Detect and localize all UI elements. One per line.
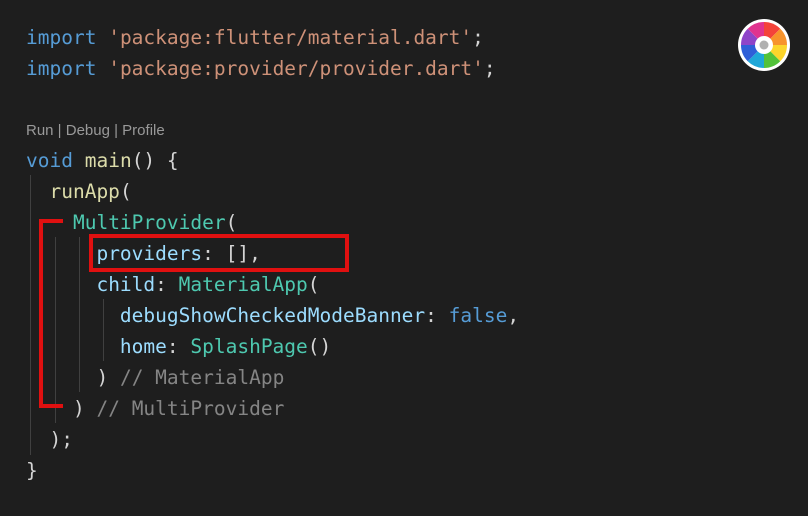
code-line-close-multiprovider: ) // MultiProvider: [26, 393, 284, 424]
code-line-import-provider: import 'package:provider/provider.dart';: [26, 53, 496, 84]
comment: // MultiProvider: [96, 397, 285, 420]
code-line-close-materialapp: ) // MaterialApp: [26, 362, 284, 393]
punctuation: }: [26, 459, 38, 482]
punctuation: :: [166, 335, 191, 358]
punctuation: ): [96, 366, 109, 389]
keyword: void: [26, 149, 73, 172]
keyword: import: [26, 57, 97, 80]
code-line-main: void main() {: [26, 145, 179, 176]
punctuation: (: [119, 180, 132, 203]
code-line-child: child: MaterialApp(: [26, 269, 320, 300]
punctuation: ;: [472, 26, 484, 49]
punctuation: (: [225, 211, 238, 234]
code-editor: import 'package:flutter/material.dart'; …: [0, 0, 808, 516]
import-path: 'package:flutter/material.dart': [108, 26, 473, 49]
class-name: MaterialApp: [178, 273, 308, 296]
property-name: debugShowCheckedModeBanner: [119, 304, 426, 327]
punctuation: (: [307, 273, 320, 296]
punctuation: ,: [507, 304, 520, 327]
annotation-highlight-box: [89, 234, 349, 272]
property-name: home: [119, 335, 167, 358]
code-line-runapp: runApp(: [26, 176, 132, 207]
punctuation: () {: [131, 149, 179, 172]
code-line-debug-banner: debugShowCheckedModeBanner: false,: [26, 300, 519, 331]
code-line-home: home: SplashPage(): [26, 331, 331, 362]
keyword: import: [26, 26, 97, 49]
punctuation: ): [72, 397, 85, 420]
class-name: SplashPage: [190, 335, 308, 358]
code-line-close-runapp: );: [26, 424, 73, 455]
import-path: 'package:provider/provider.dart': [108, 57, 484, 80]
color-wheel-icon: [738, 19, 790, 71]
code-line-close-main: }: [26, 455, 38, 486]
code-line-import-material: import 'package:flutter/material.dart';: [26, 22, 484, 53]
comment: // MaterialApp: [119, 366, 285, 389]
punctuation: :: [425, 304, 449, 327]
function-name: runApp: [49, 180, 120, 203]
property-name: child: [96, 273, 156, 296]
punctuation: ;: [483, 57, 496, 80]
punctuation: :: [155, 273, 179, 296]
punctuation: (): [307, 335, 332, 358]
function-name: main: [84, 149, 132, 172]
punctuation: );: [49, 428, 73, 451]
annotation-bracket: [39, 219, 63, 408]
class-name: MultiProvider: [72, 211, 226, 234]
boolean-literal: false: [448, 304, 508, 327]
codelens-run-debug-profile[interactable]: Run | Debug | Profile: [26, 119, 165, 143]
